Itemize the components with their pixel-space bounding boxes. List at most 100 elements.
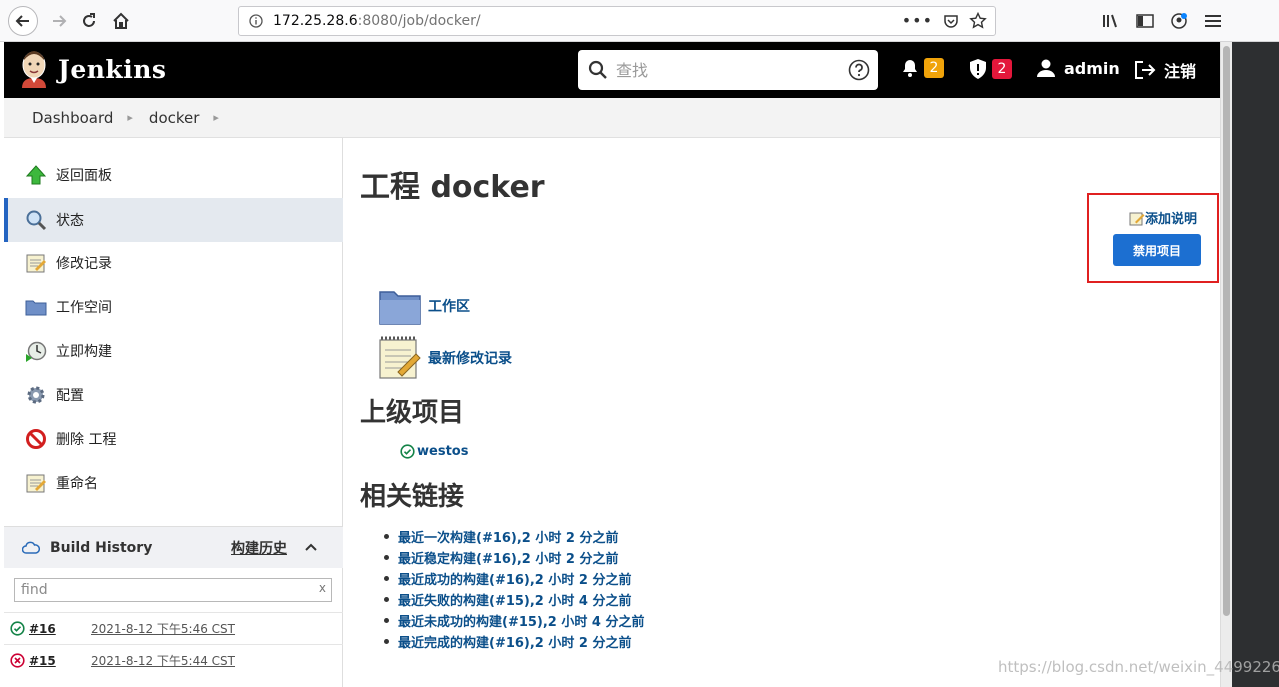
permalink-last-completed[interactable]: 最近完成的构建(#16),2 小时 2 分之前 [384, 631, 644, 652]
add-description-link[interactable]: 添加说明 [1129, 208, 1197, 227]
shield-icon [970, 59, 986, 79]
desktop-background [1232, 42, 1279, 687]
clock-icon [24, 339, 48, 363]
browser-toolbar-right [1098, 6, 1192, 36]
magnifier-icon [24, 208, 48, 232]
task-delete-project[interactable]: 删除 工程 [4, 417, 343, 461]
task-build-now[interactable]: 立即构建 [4, 329, 343, 373]
url-path: :8080/job/docker/ [357, 13, 481, 29]
back-arrow-icon [15, 15, 29, 27]
disable-project-button[interactable]: 禁用项目 [1113, 234, 1201, 266]
success-check-icon [400, 444, 415, 459]
add-description-label: 添加说明 [1145, 212, 1198, 227]
notifications-badge: 2 [924, 58, 944, 78]
logout-label: 注销 [1164, 62, 1197, 81]
build-row[interactable]: #15 2021-8-12 下午5:44 CST [4, 644, 343, 676]
search-box [578, 50, 878, 90]
task-label: 工作空间 [56, 300, 112, 316]
task-label: 返回面板 [56, 168, 112, 184]
permalink-last-stable[interactable]: 最近稳定构建(#16),2 小时 2 分之前 [384, 547, 644, 568]
reload-button[interactable] [74, 6, 104, 36]
task-rename[interactable]: 重命名 [4, 461, 343, 505]
task-label: 立即构建 [56, 344, 112, 360]
build-filter-input[interactable] [15, 582, 305, 598]
account-icon[interactable] [1166, 6, 1192, 36]
info-icon [249, 14, 263, 28]
permalinks-list: 最近一次构建(#16),2 小时 2 分之前 最近稳定构建(#16),2 小时 … [384, 526, 644, 652]
edit-note-icon [1129, 212, 1145, 225]
logout-icon [1135, 61, 1156, 79]
build-number-link[interactable]: #16 [29, 622, 91, 636]
bookmark-star-icon[interactable] [969, 11, 987, 30]
filter-clear-button[interactable]: x [319, 581, 326, 595]
build-history-title: Build History [50, 539, 153, 556]
build-date-link[interactable]: 2021-8-12 下午5:44 CST [91, 652, 235, 669]
task-configure[interactable]: 配置 [4, 373, 343, 417]
breadcrumb-dashboard[interactable]: Dashboard [32, 109, 113, 127]
user-button[interactable]: admin [1036, 58, 1120, 78]
build-number-link[interactable]: #15 [29, 654, 91, 668]
permalink-last-build[interactable]: 最近一次构建(#16),2 小时 2 分之前 [384, 526, 644, 547]
pocket-icon[interactable] [943, 13, 959, 29]
build-row[interactable]: #16 2021-8-12 下午5:46 CST [4, 612, 343, 644]
url-actions: ••• [902, 11, 987, 30]
library-icon[interactable] [1098, 6, 1124, 36]
side-panel: 返回面板 状态 修改记录 工作空间 立即构建 配置 删除 工程 重命名 Buil… [4, 138, 343, 687]
build-filter: x [14, 578, 332, 602]
search-icon [588, 60, 607, 79]
user-icon [1037, 59, 1055, 77]
task-label: 重命名 [56, 476, 98, 492]
reload-icon [83, 13, 95, 27]
forward-arrow-icon [53, 15, 67, 27]
workspace-link[interactable]: 工作区 [378, 286, 470, 326]
recent-changes-label: 最新修改记录 [428, 351, 512, 367]
task-label: 修改记录 [56, 256, 112, 272]
user-name: admin [1064, 58, 1120, 78]
failed-x-icon [10, 653, 25, 668]
upstream-project-name: westos [417, 444, 469, 459]
task-workspace[interactable]: 工作空间 [4, 285, 343, 329]
hamburger-menu-icon[interactable] [1200, 6, 1226, 36]
help-icon[interactable] [848, 59, 870, 81]
scrollbar-thumb[interactable] [1223, 46, 1230, 616]
bell-icon [903, 60, 917, 77]
sidebar-toggle-icon[interactable] [1132, 6, 1158, 36]
cloud-icon [22, 541, 40, 554]
watermark: https://blog.csdn.net/weixin_44992260 [998, 658, 1279, 676]
recent-changes-link[interactable]: 最新修改记录 [378, 336, 512, 380]
gear-icon [24, 383, 48, 407]
breadcrumb-chevron-icon[interactable]: ▸ [213, 111, 219, 124]
task-status[interactable]: 状态 [4, 198, 343, 242]
notepad-icon [24, 251, 48, 275]
main-panel: 工程 docker 添加说明 禁用项目 工作区 最新修改记录 上级项目 west… [344, 138, 1220, 687]
success-check-icon [10, 621, 25, 636]
chevron-up-icon[interactable] [304, 540, 318, 554]
search-input[interactable] [616, 60, 836, 80]
jenkins-butler-icon [22, 51, 46, 88]
url-bar[interactable]: 172.25.28.6:8080/job/docker/ ••• [238, 6, 996, 36]
jenkins-logo[interactable]: Jenkins [18, 50, 166, 88]
upstream-project-link[interactable]: westos [400, 444, 468, 459]
task-back-to-dashboard[interactable]: 返回面板 [4, 153, 343, 197]
breadcrumb-chevron-icon[interactable]: ▸ [127, 111, 133, 124]
notepad-icon [24, 471, 48, 495]
forward-button[interactable] [44, 6, 74, 36]
jenkins-header: Jenkins 2 2 admin 注销 [4, 42, 1220, 98]
back-button[interactable] [8, 6, 38, 36]
task-label: 删除 工程 [56, 432, 117, 448]
permalink-last-failed[interactable]: 最近失败的构建(#15),2 小时 4 分之前 [384, 589, 644, 610]
breadcrumb-docker[interactable]: docker [149, 109, 200, 127]
notifications-button[interactable]: 2 [900, 58, 944, 78]
logout-button[interactable]: 注销 [1134, 58, 1196, 82]
task-label: 状态 [56, 213, 84, 229]
security-button[interactable]: 2 [968, 58, 1012, 80]
build-date-link[interactable]: 2021-8-12 下午5:46 CST [91, 620, 235, 637]
permalink-last-successful[interactable]: 最近成功的构建(#16),2 小时 2 分之前 [384, 568, 644, 589]
home-button[interactable] [106, 6, 136, 36]
page-scrollbar[interactable] [1220, 42, 1232, 687]
build-history-trend-link[interactable]: 构建历史 [231, 538, 287, 558]
page-actions-icon[interactable]: ••• [902, 11, 933, 30]
task-changes[interactable]: 修改记录 [4, 241, 343, 285]
folder-icon [24, 295, 48, 319]
permalink-last-unsuccessful[interactable]: 最近未成功的构建(#15),2 小时 4 分之前 [384, 610, 644, 631]
